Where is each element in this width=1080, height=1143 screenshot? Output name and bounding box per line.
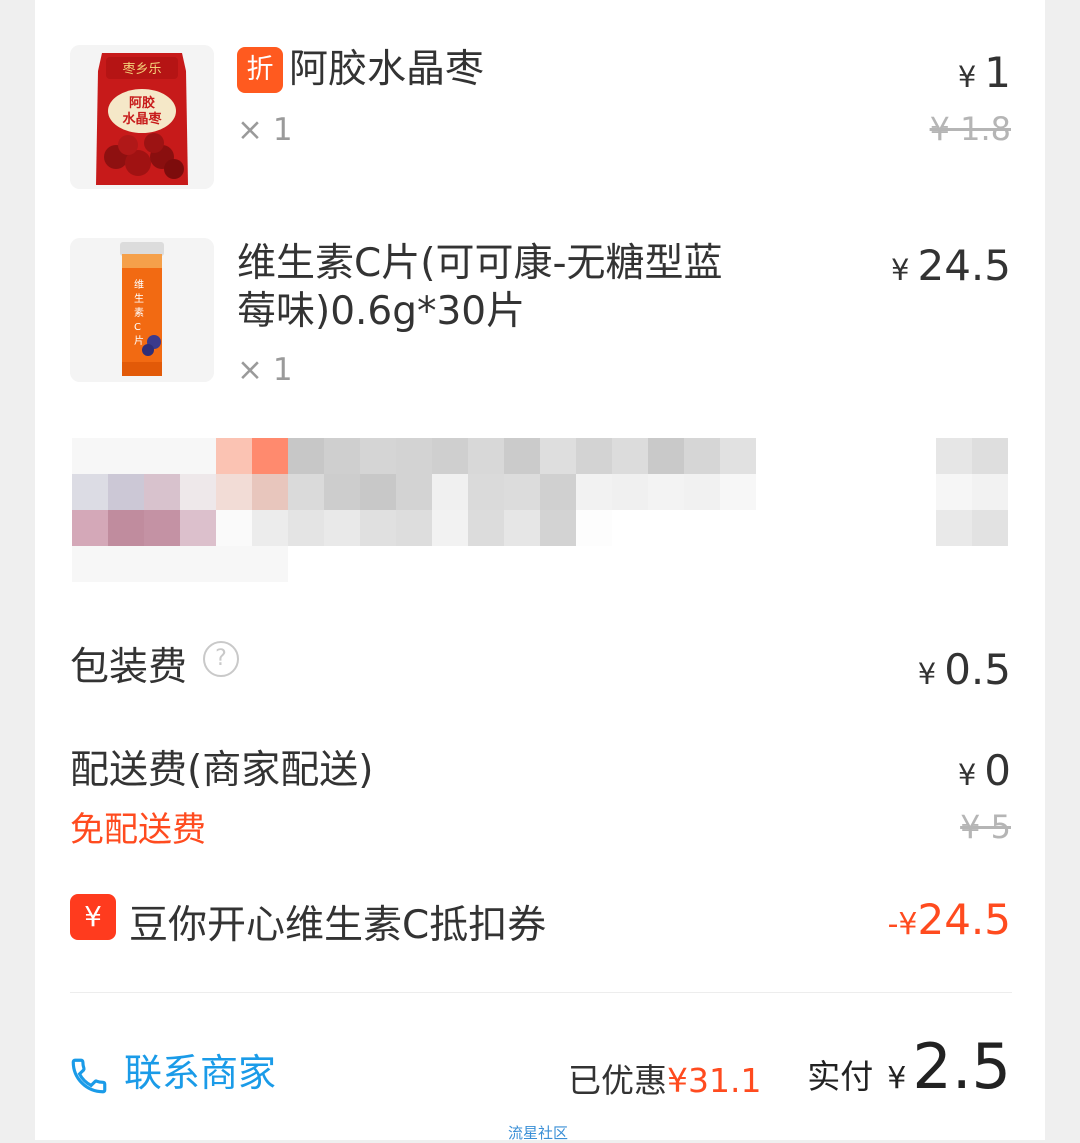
saved-amount: 已优惠¥31.1: [568, 1054, 761, 1102]
contact-merchant-button[interactable]: 联系商家: [68, 1042, 276, 1097]
product-image-jujube[interactable]: 枣乡乐 阿胶 水晶枣: [70, 45, 214, 189]
packaging-fee-label: 包装费: [70, 645, 188, 690]
delivery-fee-label: 配送费(商家配送): [70, 748, 374, 793]
price-value: 1: [984, 48, 1011, 97]
coupon-amount: 24.5: [917, 895, 1011, 944]
paid-total: 实付 ¥2.5: [807, 1030, 1011, 1103]
svg-text:阿胶: 阿胶: [129, 95, 155, 111]
currency-symbol: ¥: [957, 758, 977, 792]
product-name[interactable]: 维生素C片(可可康-无糖型蓝莓味)0.6g*30片: [237, 240, 757, 336]
svg-text:C: C: [134, 322, 141, 333]
delivery-fee-value: ¥0: [958, 746, 1011, 795]
original-price: ¥ 1.8: [929, 110, 1011, 148]
product-price: ¥1: [958, 48, 1011, 97]
product-image-vitamin-c[interactable]: 维 生 素 C 片: [70, 238, 214, 382]
product-quantity: × 1: [237, 112, 293, 148]
price-value: 24.5: [917, 241, 1011, 290]
free-delivery-note: 免配送费: [70, 810, 206, 850]
svg-text:水晶枣: 水晶枣: [122, 111, 162, 127]
discount-tag: 折: [237, 47, 283, 93]
contact-merchant-label: 联系商家: [124, 1051, 277, 1095]
product-price: ¥24.5: [891, 241, 1011, 290]
paid-value: 2.5: [912, 1030, 1011, 1103]
saved-value: ¥31.1: [667, 1061, 762, 1100]
coupon-icon: ¥: [70, 894, 116, 940]
currency-symbol: ¥: [891, 253, 910, 287]
currency-symbol: ¥: [887, 1061, 907, 1096]
delivery-fee-amount: 0: [984, 746, 1011, 795]
paid-label: 实付: [807, 1057, 874, 1096]
svg-text:枣乡乐: 枣乡乐: [122, 62, 161, 77]
redacted-product-row: [72, 438, 756, 582]
phone-icon: [71, 1058, 107, 1093]
coupon-discount: -¥24.5: [888, 895, 1011, 944]
divider: [70, 992, 1012, 993]
packaging-fee-amount: 0.5: [944, 645, 1011, 694]
negative-currency-symbol: -¥: [887, 907, 918, 942]
currency-symbol: ¥: [957, 60, 977, 94]
redacted-price: [936, 438, 1008, 546]
product-name[interactable]: 阿胶水晶枣: [289, 46, 484, 94]
packaging-fee-value: ¥0.5: [918, 645, 1011, 694]
saved-label: 已优惠: [568, 1061, 667, 1100]
coupon-label: 豆你开心维生素C抵扣券: [129, 903, 547, 948]
help-icon[interactable]: ?: [203, 641, 239, 677]
svg-text:生: 生: [134, 292, 144, 305]
delivery-original-price: ¥ 5: [960, 808, 1011, 846]
svg-text:素: 素: [134, 306, 144, 319]
svg-text:片: 片: [134, 334, 144, 347]
currency-symbol: ¥: [917, 657, 937, 691]
product-quantity: × 1: [237, 352, 293, 388]
svg-text:维: 维: [134, 278, 144, 291]
